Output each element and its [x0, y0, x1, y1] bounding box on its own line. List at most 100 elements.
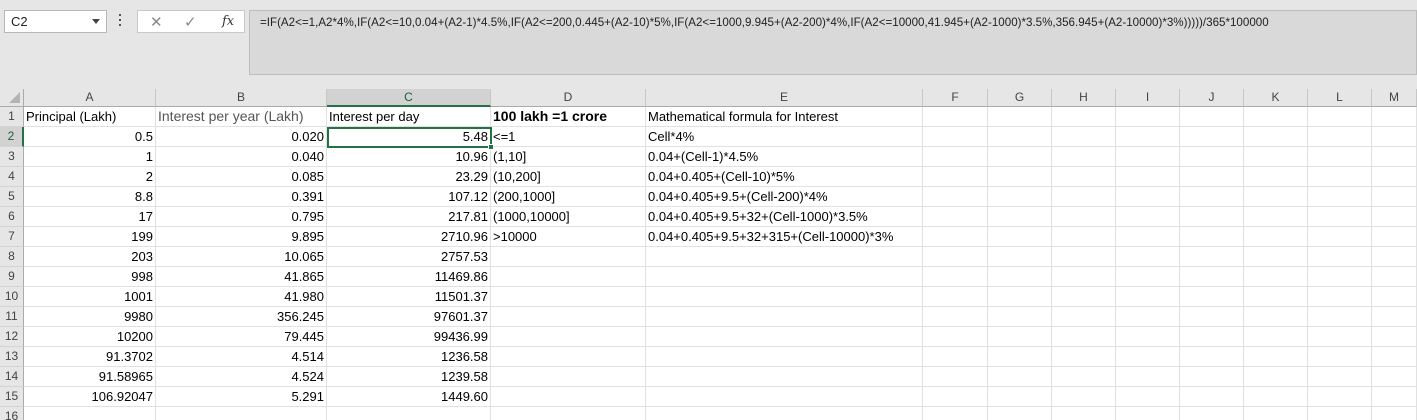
cell-a8[interactable]: 203: [24, 247, 156, 267]
cancel-icon[interactable]: ✕: [150, 13, 163, 31]
cell-b4[interactable]: 0.085: [156, 167, 327, 187]
insert-function-icon[interactable]: fx: [222, 14, 234, 29]
cell-a15[interactable]: 106.92047: [24, 387, 156, 407]
cell-j13[interactable]: [1180, 347, 1244, 367]
cell-g16[interactable]: [988, 407, 1052, 420]
cell-l1[interactable]: [1308, 107, 1372, 127]
cell-i4[interactable]: [1116, 167, 1180, 187]
cell-d2[interactable]: <=1: [491, 127, 646, 147]
cell-k6[interactable]: [1244, 207, 1308, 227]
cell-h4[interactable]: [1052, 167, 1116, 187]
cell-k12[interactable]: [1244, 327, 1308, 347]
cell-d16[interactable]: [491, 407, 646, 420]
cell-g10[interactable]: [988, 287, 1052, 307]
cell-k8[interactable]: [1244, 247, 1308, 267]
cell-g14[interactable]: [988, 367, 1052, 387]
cell-e8[interactable]: [646, 247, 923, 267]
row-header-12[interactable]: 12: [0, 327, 24, 347]
cell-a3[interactable]: 1: [24, 147, 156, 167]
cell-g6[interactable]: [988, 207, 1052, 227]
cell-m4[interactable]: [1372, 167, 1417, 187]
cell-b10[interactable]: 41.980: [156, 287, 327, 307]
cell-j5[interactable]: [1180, 187, 1244, 207]
column-header-c[interactable]: C: [327, 89, 491, 107]
enter-icon[interactable]: ✓: [184, 13, 197, 31]
cell-l12[interactable]: [1308, 327, 1372, 347]
cell-a9[interactable]: 998: [24, 267, 156, 287]
cell-m1[interactable]: [1372, 107, 1417, 127]
cell-a13[interactable]: 91.3702: [24, 347, 156, 367]
cell-h9[interactable]: [1052, 267, 1116, 287]
cell-k5[interactable]: [1244, 187, 1308, 207]
cell-k3[interactable]: [1244, 147, 1308, 167]
cell-m9[interactable]: [1372, 267, 1417, 287]
cell-b9[interactable]: 41.865: [156, 267, 327, 287]
row-header-16[interactable]: 16: [0, 407, 24, 420]
row-header-1[interactable]: 1: [0, 107, 24, 127]
cell-e11[interactable]: [646, 307, 923, 327]
cell-k9[interactable]: [1244, 267, 1308, 287]
cell-f10[interactable]: [923, 287, 988, 307]
cell-b16[interactable]: [156, 407, 327, 420]
cell-j15[interactable]: [1180, 387, 1244, 407]
cell-g3[interactable]: [988, 147, 1052, 167]
cell-g1[interactable]: [988, 107, 1052, 127]
row-header-14[interactable]: 14: [0, 367, 24, 387]
row-header-7[interactable]: 7: [0, 227, 24, 247]
cell-h5[interactable]: [1052, 187, 1116, 207]
cell-l3[interactable]: [1308, 147, 1372, 167]
cell-k2[interactable]: [1244, 127, 1308, 147]
cell-d1[interactable]: 100 lakh =1 crore: [491, 107, 646, 127]
cell-b15[interactable]: 5.291: [156, 387, 327, 407]
cell-l7[interactable]: [1308, 227, 1372, 247]
cell-e14[interactable]: [646, 367, 923, 387]
name-box[interactable]: C2: [4, 10, 107, 33]
cell-h7[interactable]: [1052, 227, 1116, 247]
cell-l2[interactable]: [1308, 127, 1372, 147]
column-header-e[interactable]: E: [646, 89, 923, 107]
cell-a4[interactable]: 2: [24, 167, 156, 187]
cell-g9[interactable]: [988, 267, 1052, 287]
cell-d13[interactable]: [491, 347, 646, 367]
cell-m6[interactable]: [1372, 207, 1417, 227]
cell-d10[interactable]: [491, 287, 646, 307]
cell-j12[interactable]: [1180, 327, 1244, 347]
chevron-down-icon[interactable]: [92, 19, 100, 24]
cell-k7[interactable]: [1244, 227, 1308, 247]
row-header-6[interactable]: 6: [0, 207, 24, 227]
cell-d6[interactable]: (1000,10000]: [491, 207, 646, 227]
column-header-g[interactable]: G: [988, 89, 1052, 107]
cell-j9[interactable]: [1180, 267, 1244, 287]
cell-f11[interactable]: [923, 307, 988, 327]
cell-l14[interactable]: [1308, 367, 1372, 387]
cell-c5[interactable]: 107.12: [327, 187, 491, 207]
cell-m2[interactable]: [1372, 127, 1417, 147]
cell-l13[interactable]: [1308, 347, 1372, 367]
cell-e2[interactable]: Cell*4%: [646, 127, 923, 147]
cell-i13[interactable]: [1116, 347, 1180, 367]
cell-k15[interactable]: [1244, 387, 1308, 407]
cell-l5[interactable]: [1308, 187, 1372, 207]
cell-e4[interactable]: 0.04+0.405+(Cell-10)*5%: [646, 167, 923, 187]
cell-i2[interactable]: [1116, 127, 1180, 147]
cell-b3[interactable]: 0.040: [156, 147, 327, 167]
cell-f15[interactable]: [923, 387, 988, 407]
cell-e16[interactable]: [646, 407, 923, 420]
cell-d8[interactable]: [491, 247, 646, 267]
cell-h13[interactable]: [1052, 347, 1116, 367]
cell-a10[interactable]: 1001: [24, 287, 156, 307]
cell-d7[interactable]: >10000: [491, 227, 646, 247]
cell-m12[interactable]: [1372, 327, 1417, 347]
cell-m10[interactable]: [1372, 287, 1417, 307]
cell-f14[interactable]: [923, 367, 988, 387]
cell-f12[interactable]: [923, 327, 988, 347]
cell-e7[interactable]: 0.04+0.405+9.5+32+315+(Cell-10000)*3%: [646, 227, 923, 247]
cell-l10[interactable]: [1308, 287, 1372, 307]
cell-c3[interactable]: 10.96: [327, 147, 491, 167]
cell-a7[interactable]: 199: [24, 227, 156, 247]
cell-c1[interactable]: Interest per day: [327, 107, 491, 127]
cell-i10[interactable]: [1116, 287, 1180, 307]
cell-h8[interactable]: [1052, 247, 1116, 267]
cell-f5[interactable]: [923, 187, 988, 207]
cell-f7[interactable]: [923, 227, 988, 247]
